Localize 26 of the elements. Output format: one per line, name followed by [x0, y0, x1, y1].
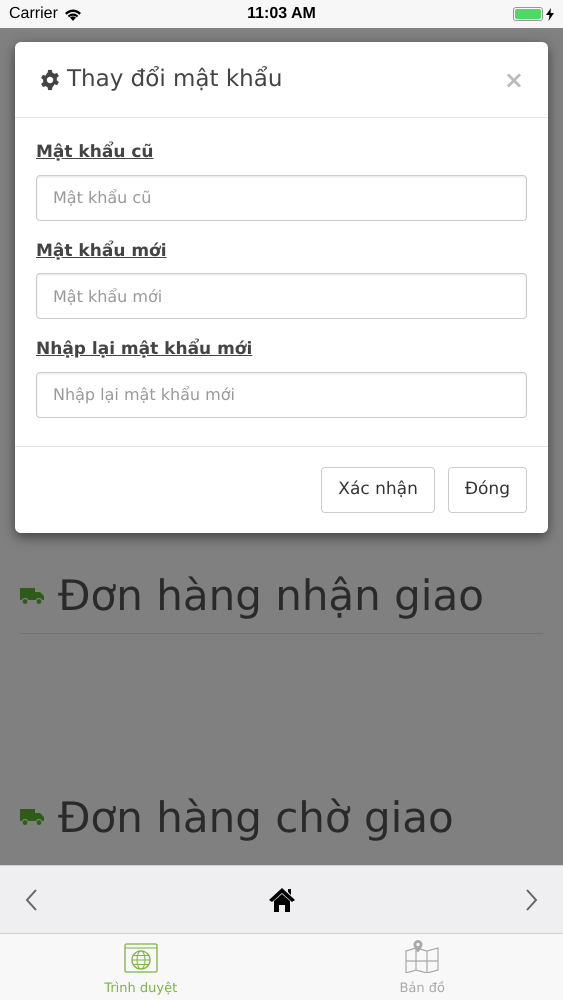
field-label: Mật khẩu mới [36, 240, 168, 262]
confirm-button[interactable]: Xác nhận [321, 466, 435, 512]
map-icon [405, 938, 440, 972]
gear-icon [39, 68, 61, 90]
home-icon[interactable] [268, 886, 296, 912]
tab-bar-item[interactable]: Trình duyệt [0, 934, 282, 1000]
field-label: Mật khẩu cũ [36, 140, 155, 164]
tab-bar-item[interactable]: Bản đồ [282, 934, 563, 1000]
close-dialog-button[interactable]: Đóng [448, 466, 527, 512]
section-heading: Đơn hàng nhận giao [58, 570, 484, 622]
password-field[interactable]: Mật khẩu mới [36, 273, 527, 319]
forward-icon[interactable] [525, 888, 539, 912]
field-label: Nhập lại mật khẩu mới [36, 338, 254, 361]
password-field[interactable]: Nhập lại mật khẩu mới [36, 372, 527, 418]
carrier-label: Carrier [9, 4, 58, 24]
dialog-title: Thay đổi mật khẩu [67, 65, 282, 94]
globe-window-icon [124, 942, 158, 972]
close-button[interactable]: × [504, 68, 524, 92]
truck-icon [20, 586, 44, 604]
status-time: 11:03 AM [247, 4, 316, 24]
truck-icon [20, 808, 44, 826]
back-icon[interactable] [24, 888, 38, 912]
wifi-icon [64, 8, 82, 20]
section-heading: Đơn hàng chờ giao [58, 792, 454, 844]
battery-icon [513, 7, 554, 21]
password-field[interactable]: Mật khẩu cũ [36, 174, 527, 220]
